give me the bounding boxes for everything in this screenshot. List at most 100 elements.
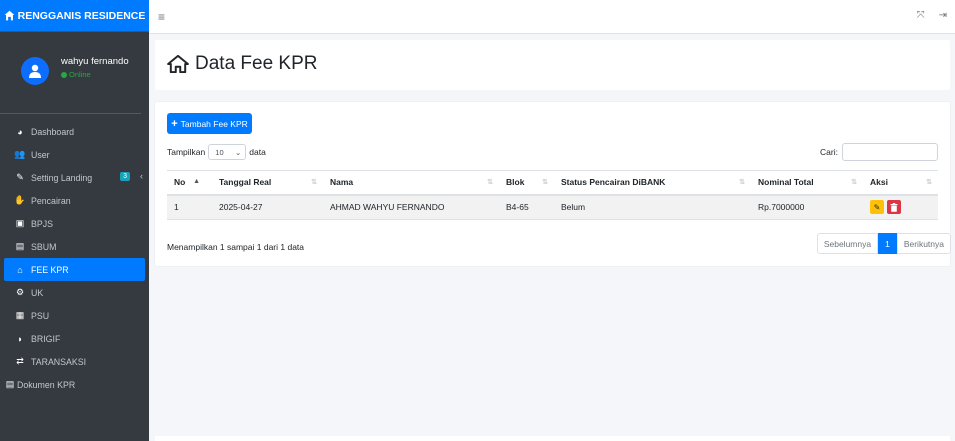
search-control: Cari: [820,143,938,161]
sort-icon: ⇅ [739,179,745,186]
sidebar: RENGGANIS RESIDENCE wahyu fernando Onlin… [0,0,149,441]
sidebar-item-label: UK [31,287,44,298]
table-row: 1 2025-04-27 AHMAD WAHYU FERNANDO B4-65 … [167,194,938,220]
brand-name: RENGGANIS RESIDENCE [17,9,146,22]
sidebar-item-label: Setting Landing [31,172,93,183]
column-header-no[interactable]: No ▲ [167,170,212,196]
header-label: Aksi [870,177,888,188]
cell-no: 1 [167,194,212,220]
sidebar-item-taransaksi[interactable]: ⇄ TARANSAKSI [0,350,149,373]
sidebar-item-label: User [31,149,50,160]
sort-icon: ⇅ [542,179,548,186]
pagination: Sebelumnya 1 Berikutnya [816,233,951,254]
page-length-select[interactable]: 10 ⌄ [208,144,247,160]
sidebar-item-user[interactable]: 👥 User [0,143,149,166]
footer [155,436,950,441]
sidebar-item-setting-landing[interactable]: ✎ Setting Landing 3 ‹ [0,166,149,189]
count-badge: 3 [120,172,130,181]
building-icon: ▦ [15,310,25,320]
sidebar-item-label: BPJS [31,218,54,229]
sidebar-item-label: Dashboard [31,126,75,137]
sidebar-item-fee-kpr[interactable]: ⌂ FEE KPR [4,258,145,281]
add-fee-kpr-button[interactable]: + Tambah Fee KPR [167,113,252,134]
header-label: Status Pencairan DiBANK [561,177,666,188]
sort-icon: ⇅ [926,179,932,186]
plus-icon: + [171,117,178,130]
file-alt-icon: ▤ [5,379,15,389]
edit-icon: ✎ [873,202,881,212]
header-label: Blok [506,177,525,188]
home-icon: ⌂ [17,264,23,275]
column-header-nominal[interactable]: Nominal Total ⇅ [751,170,863,196]
length-prefix: Tampilkan [167,147,206,157]
sidebar-item-uk[interactable]: ⚙ UK [0,281,149,304]
sidebar-item-label: TARANSAKSI [31,356,87,367]
cell-nama: AHMAD WAHYU FERNANDO [323,194,499,220]
content-header: Data Fee KPR [155,40,950,90]
sidebar-item-psu[interactable]: ▦ PSU [0,304,149,327]
chevron-down-icon: ⌄ [234,147,242,157]
hand-holding-icon: ✋ [14,195,26,205]
logout-icon[interactable]: ⇥ [939,10,947,21]
header-label: No [174,177,186,188]
sidebar-item-label: Dokumen KPR [17,379,76,390]
tachometer-icon: ◕ [17,126,23,137]
column-header-aksi[interactable]: Aksi ⇅ [863,170,938,196]
shield-icon: ◗ [17,333,23,344]
cell-aksi: ✎ [863,194,938,220]
fullscreen-icon[interactable]: ⤧ [917,10,925,21]
table-info: Menampilkan 1 sampai 1 dari 1 data [167,242,305,252]
column-header-status[interactable]: Status Pencairan DiBANK ⇅ [554,170,751,196]
edit-icon: ✎ [16,172,24,182]
column-header-tanggal-real[interactable]: Tanggal Real ⇅ [212,170,323,196]
cell-tanggal: 2025-04-27 [212,194,323,220]
header-label: Nama [330,177,354,188]
prev-page-button[interactable]: Sebelumnya [816,233,879,254]
avatar[interactable] [21,56,49,85]
sidebar-item-sbum[interactable]: ▤ SBUM [0,235,149,258]
sidebar-item-label: Pencairan [31,195,71,206]
sort-asc-icon: ▲ [193,178,200,185]
top-navbar: ≡ ⤧ ⇥ [149,0,955,34]
home-icon [4,10,14,21]
briefcase-medical-icon: ▣ [15,218,25,228]
menu-toggle-icon[interactable]: ≡ [158,10,165,24]
page-length-value: 10 [215,147,224,157]
sidebar-item-dokumen-kpr[interactable]: ▤ Dokumen KPR [0,373,149,396]
edit-button[interactable]: ✎ [870,200,884,215]
page-title-text: Data Fee KPR [195,53,318,74]
sidebar-item-pencairan[interactable]: ✋ Pencairan [0,189,149,212]
sidebar-item-brigif[interactable]: ◗ BRIGIF [0,327,149,350]
sidebar-item-label: SBUM [31,241,57,252]
sidebar-item-label: PSU [31,310,50,321]
sidebar-item-label: BRIGIF [31,333,61,344]
user-name[interactable]: wahyu fernando [61,56,129,67]
brand-link[interactable]: RENGGANIS RESIDENCE [0,0,149,32]
sidebar-item-bpjs[interactable]: ▣ BPJS [0,212,149,235]
delete-button[interactable] [887,200,901,215]
sort-icon: ⇅ [487,179,493,186]
sort-icon: ⇅ [311,179,317,186]
page-title: Data Fee KPR [167,53,318,75]
cell-blok: B4-65 [499,194,554,220]
status-dot-icon [61,71,67,78]
file-icon: ▤ [15,241,25,251]
search-input[interactable] [842,143,938,161]
page-button-1[interactable]: 1 [878,233,897,254]
cell-status: Belum [554,194,751,220]
next-page-button[interactable]: Berikutnya [896,233,951,254]
user-status: Online [61,70,129,79]
header-label: Nominal Total [758,177,814,188]
column-header-nama[interactable]: Nama ⇅ [323,170,499,196]
sidebar-item-dashboard[interactable]: ◕ Dashboard [0,120,149,143]
users-icon: 👥 [14,149,26,159]
cogs-icon: ⚙ [15,287,25,297]
trash-icon [890,202,898,212]
column-header-blok[interactable]: Blok ⇅ [499,170,554,196]
status-label: Online [69,70,91,79]
sort-icon: ⇅ [851,179,857,186]
user-panel: wahyu fernando Online [0,32,141,114]
exchange-icon: ⇄ [16,356,24,366]
header-label: Tanggal Real [219,177,272,188]
fee-kpr-table: No ▲ Tanggal Real ⇅ Nama ⇅ Blok ⇅ Status Pen… [167,170,938,220]
